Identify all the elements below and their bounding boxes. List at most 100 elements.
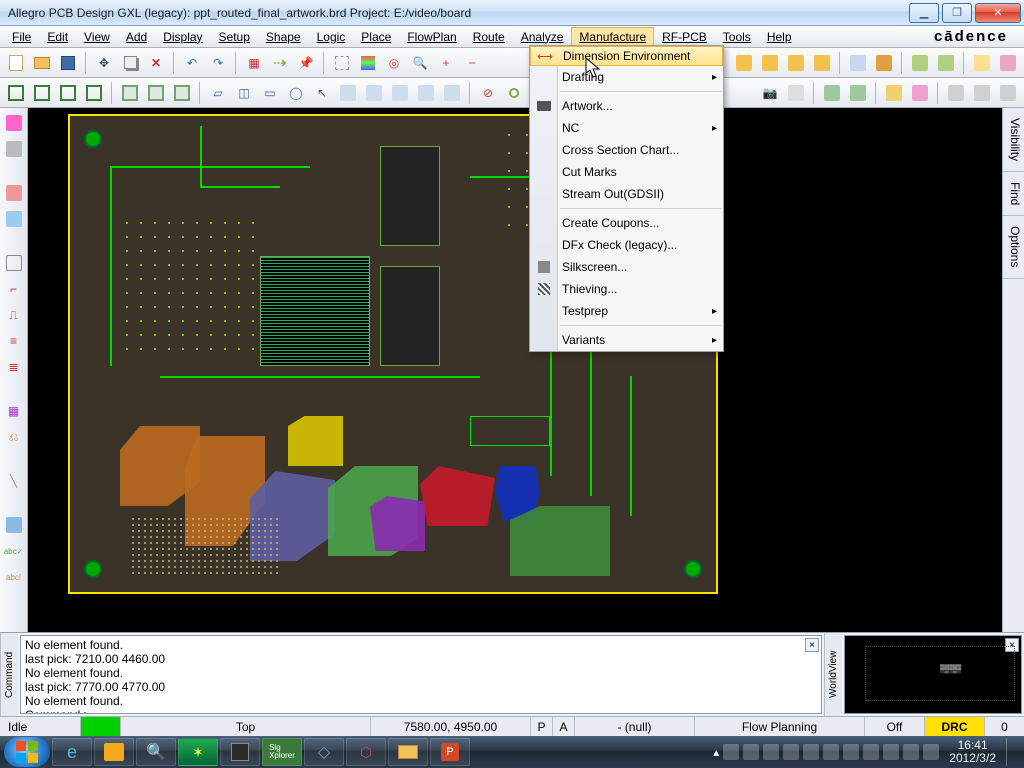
taskbar-app-allegro[interactable]: ✶ bbox=[178, 738, 218, 766]
menuitem-cross-section[interactable]: Cross Section Chart... bbox=[530, 139, 723, 161]
shape-filled3-button[interactable] bbox=[56, 81, 80, 105]
module3-button[interactable] bbox=[784, 51, 808, 75]
menuitem-drafting[interactable]: Drafting▸ bbox=[530, 66, 723, 88]
menuitem-variants[interactable]: Variants▸ bbox=[530, 329, 723, 351]
open-button[interactable] bbox=[30, 51, 54, 75]
tray-icon[interactable] bbox=[903, 744, 919, 760]
shape-filled4-button[interactable] bbox=[82, 81, 106, 105]
vtool-10[interactable]: ▦ bbox=[3, 400, 25, 422]
toolx3-button[interactable] bbox=[908, 51, 932, 75]
window-maximize-button[interactable]: ❐ bbox=[942, 3, 972, 23]
menu-flowplan[interactable]: FlowPlan bbox=[399, 27, 464, 47]
menu-edit[interactable]: Edit bbox=[39, 27, 76, 47]
shape-edit4-button[interactable] bbox=[414, 81, 438, 105]
module2-button[interactable] bbox=[758, 51, 782, 75]
misc8-button[interactable] bbox=[996, 81, 1020, 105]
vtool-6[interactable]: ⌐ bbox=[3, 278, 25, 300]
poly2-button[interactable]: ◫ bbox=[232, 81, 256, 105]
menu-route[interactable]: Route bbox=[465, 27, 513, 47]
grid-toggle-button[interactable]: ▦ bbox=[242, 51, 266, 75]
taskbar-app-outlook[interactable] bbox=[94, 738, 134, 766]
shape-out2-button[interactable] bbox=[144, 81, 168, 105]
window-close-button[interactable]: ✕ bbox=[975, 3, 1021, 23]
shape-filled2-button[interactable] bbox=[30, 81, 54, 105]
layer-color-button[interactable] bbox=[356, 51, 380, 75]
toolx1-button[interactable] bbox=[846, 51, 870, 75]
taskbar-app-ppt[interactable]: P bbox=[430, 738, 470, 766]
tray-icon[interactable] bbox=[803, 744, 819, 760]
taskbar-app-ie[interactable]: e bbox=[52, 738, 92, 766]
tray-icon[interactable] bbox=[743, 744, 759, 760]
tab-options[interactable]: Options bbox=[1003, 216, 1024, 278]
menu-add[interactable]: Add bbox=[118, 27, 155, 47]
tray-icon[interactable] bbox=[923, 744, 939, 760]
menu-display[interactable]: Display bbox=[155, 27, 210, 47]
vtool-1[interactable] bbox=[3, 112, 25, 134]
tray-icon[interactable] bbox=[723, 744, 739, 760]
shape-edit5-button[interactable] bbox=[440, 81, 464, 105]
taskbar-clock[interactable]: 16:412012/3/2 bbox=[943, 739, 1002, 765]
shape-cancel-button[interactable]: ⊘ bbox=[476, 81, 500, 105]
shape-filled1-button[interactable] bbox=[4, 81, 28, 105]
menuitem-dfx-check[interactable]: DFx Check (legacy)... bbox=[530, 234, 723, 256]
vtool-15[interactable]: abc! bbox=[3, 566, 25, 588]
redo-button[interactable]: ↷ bbox=[206, 51, 230, 75]
toolx2-button[interactable] bbox=[872, 51, 896, 75]
module4-button[interactable] bbox=[810, 51, 834, 75]
toolx5-button[interactable] bbox=[970, 51, 994, 75]
tab-visibility[interactable]: Visibility bbox=[1003, 108, 1024, 172]
vtool-8[interactable]: ≡ bbox=[3, 330, 25, 352]
taskbar-app-pad[interactable]: ⬡ bbox=[346, 738, 386, 766]
vtool-7[interactable]: ⎍ bbox=[3, 304, 25, 326]
zoom-out-button[interactable]: − bbox=[460, 51, 484, 75]
status-drc[interactable]: DRC bbox=[924, 717, 984, 736]
tray-icon[interactable] bbox=[763, 744, 779, 760]
misc3-button[interactable] bbox=[846, 81, 870, 105]
tab-find[interactable]: Find bbox=[1003, 172, 1024, 216]
worldview-canvas[interactable]: × ░▒░▒░▒░▒░▒░▒░▒░ bbox=[844, 635, 1022, 714]
vtool-5[interactable] bbox=[3, 252, 25, 274]
command-log[interactable]: × No element found. last pick: 7210.00 4… bbox=[20, 635, 822, 714]
vtool-4[interactable] bbox=[3, 208, 25, 230]
menu-help[interactable]: Help bbox=[759, 27, 800, 47]
layer-vis-button[interactable] bbox=[330, 51, 354, 75]
taskbar-app-sigxplorer[interactable]: SigXplorer bbox=[262, 738, 302, 766]
taskbar-app-capture[interactable] bbox=[220, 738, 260, 766]
menuitem-testprep[interactable]: Testprep▸ bbox=[530, 300, 723, 322]
design-canvas[interactable] bbox=[28, 108, 1002, 632]
vtool-3[interactable] bbox=[3, 182, 25, 204]
vtool-2[interactable] bbox=[3, 138, 25, 160]
menuitem-artwork[interactable]: Artwork... bbox=[530, 95, 723, 117]
poly1-button[interactable]: ▱ bbox=[206, 81, 230, 105]
status-p-button[interactable]: P bbox=[530, 717, 552, 736]
menu-file[interactable]: File bbox=[4, 27, 39, 47]
save-button[interactable] bbox=[56, 51, 80, 75]
vtool-12[interactable]: ╲ bbox=[3, 470, 25, 492]
misc4-button[interactable] bbox=[882, 81, 906, 105]
show-desktop-button[interactable] bbox=[1006, 738, 1014, 766]
menu-manufacture[interactable]: Manufacture bbox=[571, 27, 654, 47]
menuitem-silkscreen[interactable]: Silkscreen... bbox=[530, 256, 723, 278]
camera-button[interactable]: 📷 bbox=[758, 81, 782, 105]
taskbar-app-diamond[interactable]: ◇ bbox=[304, 738, 344, 766]
vtool-13[interactable] bbox=[3, 514, 25, 536]
menuitem-cut-marks[interactable]: Cut Marks bbox=[530, 161, 723, 183]
poly3-button[interactable]: ▭ bbox=[258, 81, 282, 105]
delete-button[interactable]: ✕ bbox=[144, 51, 168, 75]
tray-icon[interactable] bbox=[843, 744, 859, 760]
status-a-button[interactable]: A bbox=[552, 717, 574, 736]
tray-icon[interactable] bbox=[863, 744, 879, 760]
vtool-11[interactable]: ⎌ bbox=[3, 426, 25, 448]
window-minimize-button[interactable]: ▁ bbox=[909, 3, 939, 23]
undo-button[interactable]: ↶ bbox=[180, 51, 204, 75]
shape-edit1-button[interactable] bbox=[336, 81, 360, 105]
ratsnest-button[interactable]: ⇢ bbox=[268, 51, 292, 75]
misc7-button[interactable] bbox=[970, 81, 994, 105]
taskbar-app-magnifier[interactable]: 🔍 bbox=[136, 738, 176, 766]
module1-button[interactable] bbox=[732, 51, 756, 75]
misc5-button[interactable] bbox=[908, 81, 932, 105]
menu-shape[interactable]: Shape bbox=[258, 27, 309, 47]
tray-icon[interactable] bbox=[883, 744, 899, 760]
menu-setup[interactable]: Setup bbox=[211, 27, 258, 47]
circle-button[interactable]: ◯ bbox=[284, 81, 308, 105]
